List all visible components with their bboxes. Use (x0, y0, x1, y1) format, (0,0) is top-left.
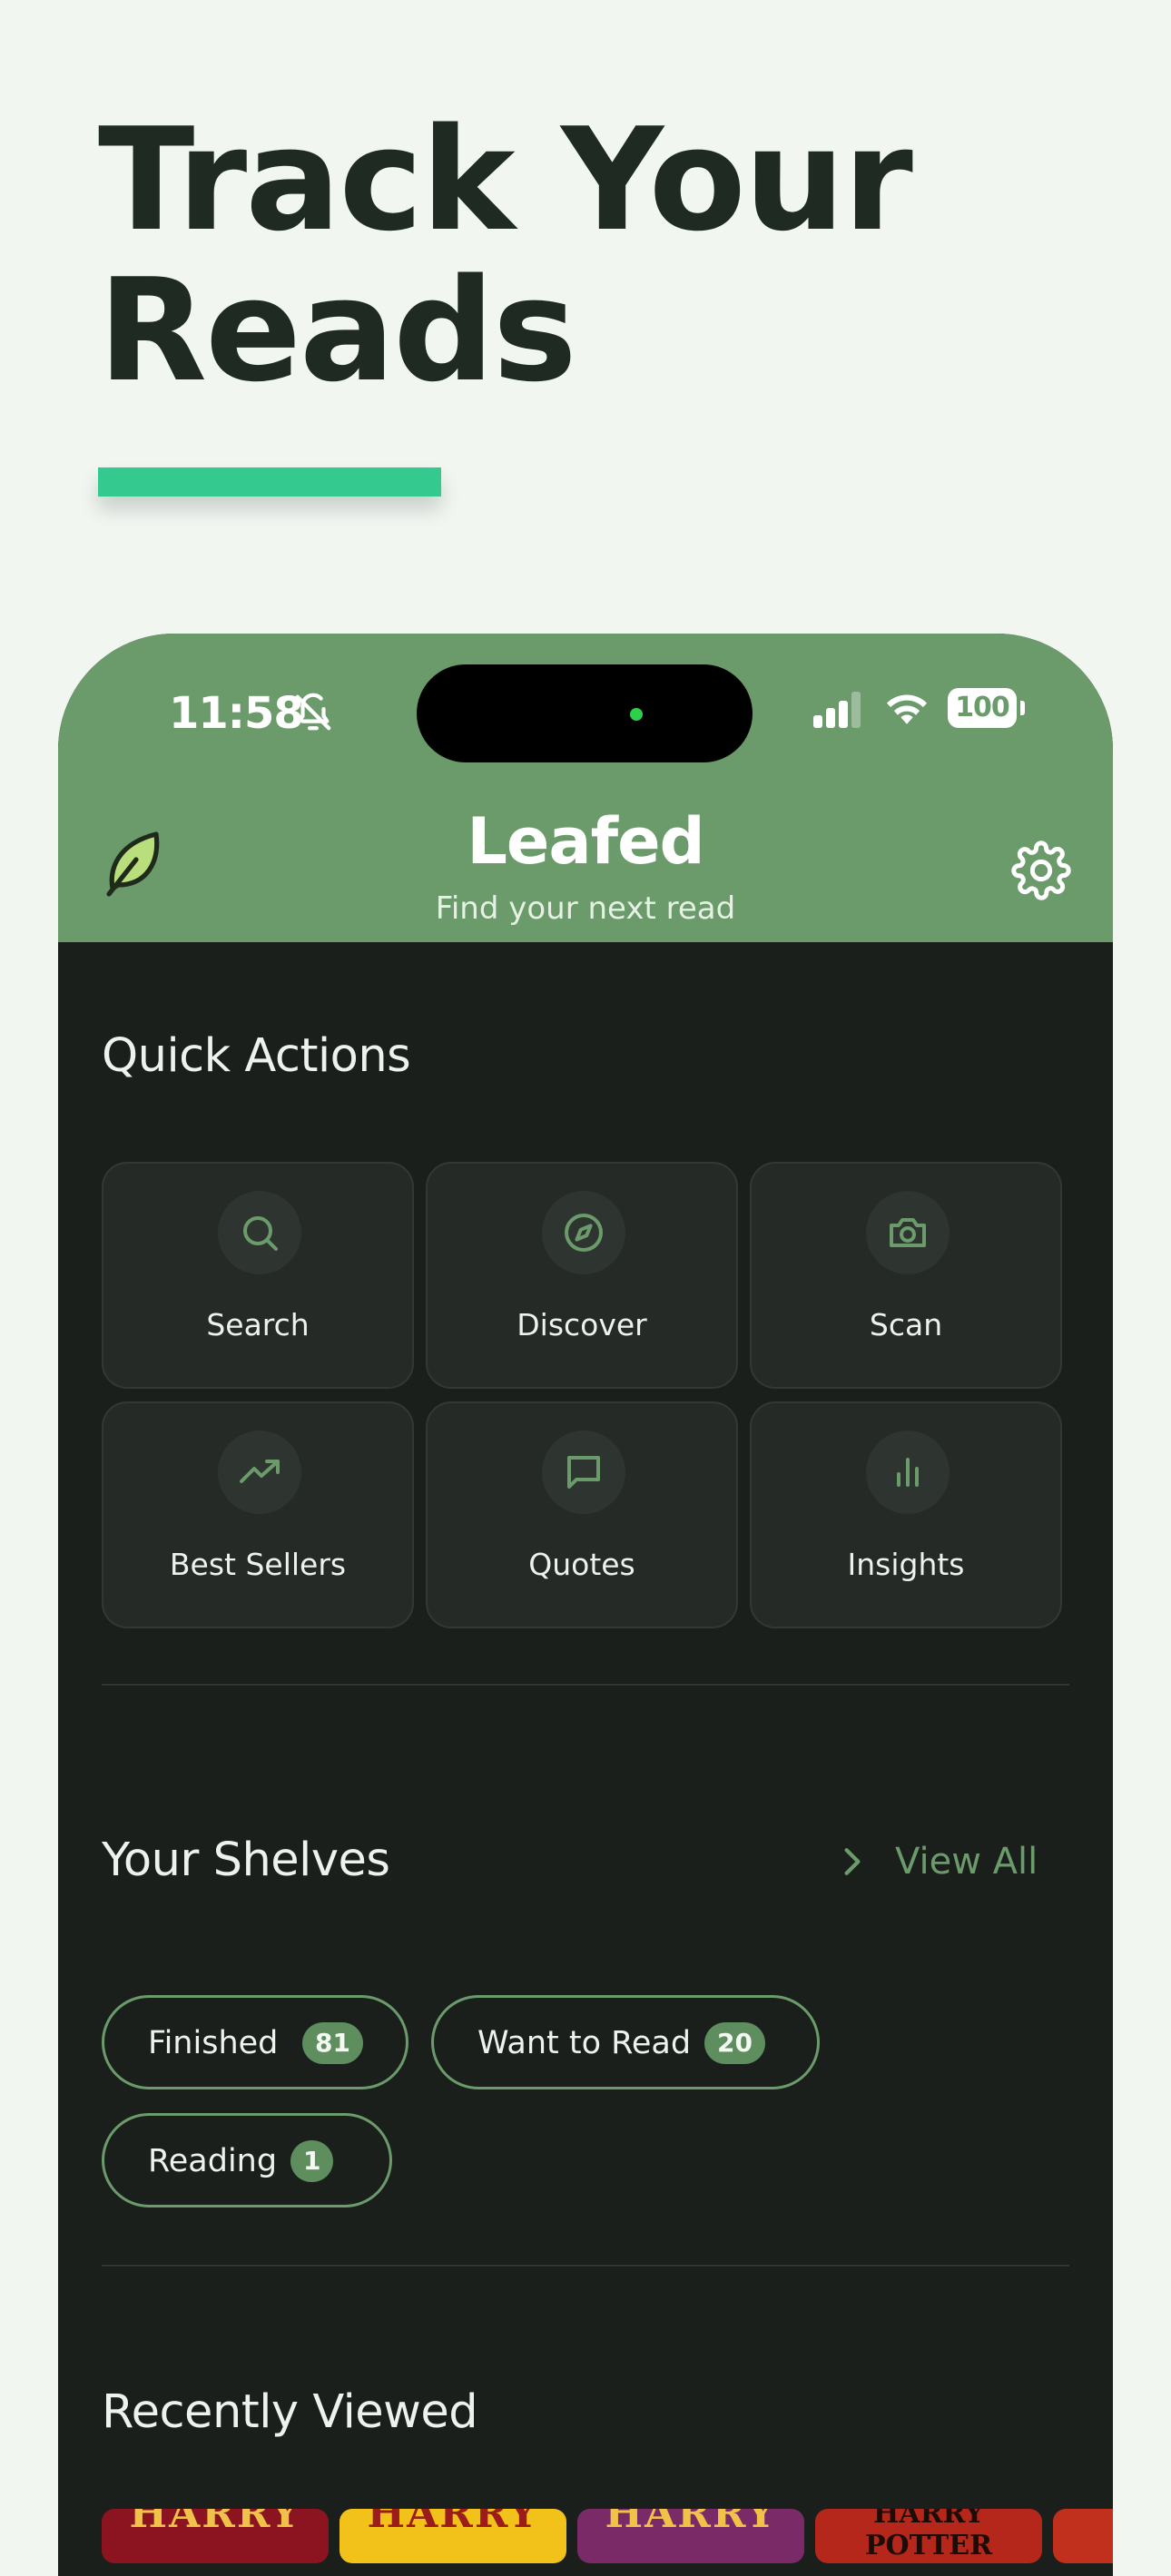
view-all-label: View All (895, 1841, 1038, 1883)
search-icon-wrap (218, 1191, 301, 1274)
section-divider (102, 1684, 1069, 1686)
recently-viewed-title: Recently Viewed (102, 2385, 478, 2439)
shelf-count-badge: 81 (302, 2022, 363, 2064)
shelf-chip-finished[interactable]: Finished 81 (102, 1995, 408, 2089)
bar-chart-icon (897, 1458, 919, 1487)
quick-action-search[interactable]: Search (102, 1162, 414, 1389)
compass-icon-wrap (542, 1191, 625, 1274)
hero-headline: Track Your Reads (98, 97, 913, 413)
your-shelves-title: Your Shelves (102, 1834, 390, 1887)
quick-action-label: Best Sellers (169, 1547, 347, 1582)
battery-indicator: 100 (948, 688, 1017, 728)
quick-action-best-sellers[interactable]: Best Sellers (102, 1401, 414, 1628)
section-divider (102, 2265, 1069, 2266)
trending-up-icon-wrap (218, 1431, 301, 1514)
shelf-chip-reading[interactable]: Reading 1 (102, 2113, 392, 2207)
camera-icon-wrap (866, 1191, 950, 1274)
book-cover[interactable]: HARRY (102, 2509, 329, 2563)
book-cover-title: HARRY POTTER (864, 2509, 993, 2561)
battery-nub (1020, 701, 1025, 715)
book-cover[interactable]: HARRY (577, 2509, 804, 2563)
quick-action-discover[interactable]: Discover (426, 1162, 738, 1389)
bell-slash-icon (295, 693, 331, 731)
gear-icon[interactable] (1011, 841, 1071, 900)
shelf-count-badge: 1 (290, 2140, 334, 2182)
quick-action-label: Discover (517, 1307, 647, 1342)
shelf-chip-label: Reading (148, 2143, 278, 2179)
trending-up-icon (240, 1460, 280, 1483)
quick-actions-title: Quick Actions (102, 1029, 411, 1083)
book-cover[interactable]: HARRY (339, 2509, 566, 2563)
hero-accent-bar (98, 467, 441, 497)
search-icon (243, 1216, 278, 1251)
compass-icon (565, 1214, 603, 1252)
message-square-icon-wrap (542, 1431, 625, 1514)
quick-action-label: Scan (869, 1307, 943, 1342)
shelf-chip-label: Want to Read (477, 2025, 692, 2061)
quick-action-scan[interactable]: Scan (750, 1162, 1062, 1389)
status-time: 11:58 (169, 688, 304, 739)
quick-action-quotes[interactable]: Quotes (426, 1401, 738, 1628)
message-square-icon (567, 1456, 600, 1489)
quick-action-insights[interactable]: Insights (750, 1401, 1062, 1628)
shelf-chip-want-to-read[interactable]: Want to Read 20 (431, 1995, 820, 2089)
shelf-chip-label: Finished (148, 2025, 279, 2061)
phone-screen: 11:58 100 Leafed Find your next read Qui… (58, 634, 1113, 2576)
cellular-signal-icon (813, 692, 861, 728)
quick-action-label: Search (206, 1307, 310, 1342)
book-cover-title: HARRY (367, 2509, 539, 2537)
camera-icon (890, 1218, 926, 1247)
dynamic-island (417, 664, 753, 762)
quick-action-label: Quotes (528, 1547, 635, 1582)
app-title: Leafed (467, 804, 704, 879)
chevron-right-icon (844, 1848, 861, 1875)
camera-indicator-dot (630, 708, 643, 721)
bar-chart-icon-wrap (866, 1431, 950, 1514)
quick-action-label: Insights (847, 1547, 965, 1582)
wifi-icon (886, 694, 928, 724)
book-cover-title: HARRY (129, 2509, 301, 2537)
app-subtitle: Find your next read (435, 890, 736, 927)
book-cover[interactable]: HARRY POTTER (815, 2509, 1042, 2563)
book-cover[interactable] (1053, 2509, 1113, 2563)
shelf-count-badge: 20 (704, 2022, 765, 2064)
book-cover-title: HARRY (605, 2509, 777, 2537)
